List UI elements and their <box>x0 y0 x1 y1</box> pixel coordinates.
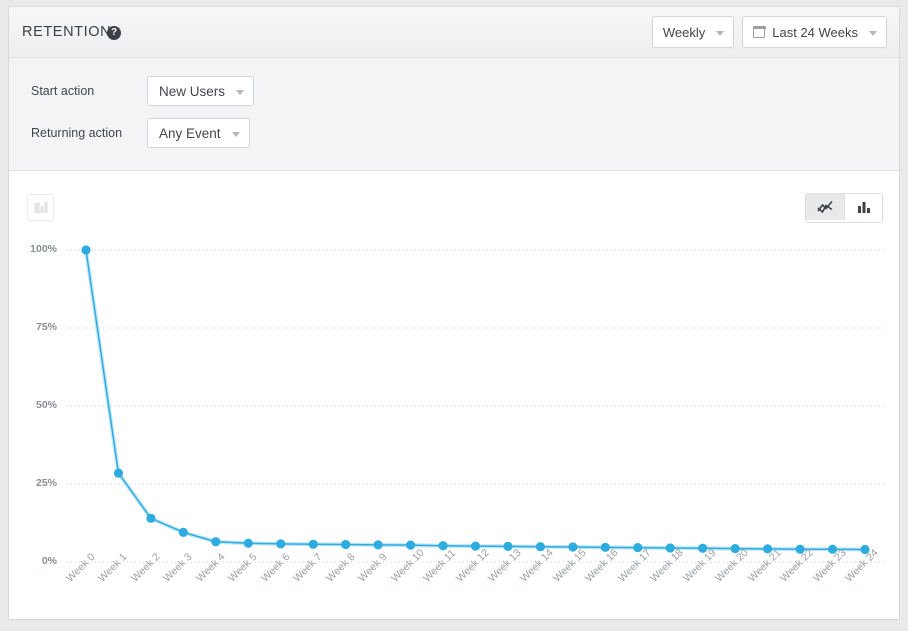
date-range-dropdown-label: Last 24 Weeks <box>772 25 876 40</box>
date-range-dropdown[interactable]: Last 24 Weeks <box>742 16 887 48</box>
data-point[interactable] <box>276 539 285 548</box>
data-point[interactable] <box>114 468 123 477</box>
y-axis-tick-label: 0% <box>17 555 57 567</box>
retention-line-chart: 0%25%50%75%100%Week 0Week 1Week 2Week 3W… <box>9 171 900 619</box>
y-axis-tick-label: 75% <box>17 321 57 333</box>
data-point[interactable] <box>146 514 155 523</box>
interval-dropdown[interactable]: Weekly <box>652 16 734 48</box>
returning-action-label: Returning action <box>31 126 147 140</box>
data-point[interactable] <box>81 245 90 254</box>
chevron-down-icon <box>716 31 724 36</box>
series-line-glow <box>86 250 865 550</box>
start-action-label: Start action <box>31 84 147 98</box>
calendar-icon <box>753 26 765 38</box>
y-axis-tick-label: 50% <box>17 399 57 411</box>
retention-card: RETENTION ? Weekly Last 24 Weeks Start a… <box>8 6 900 620</box>
returning-action-row: Returning action Any Event <box>31 118 250 148</box>
filters-section: Start action New Users Returning action … <box>9 58 899 171</box>
returning-action-value: Any Event <box>159 126 221 141</box>
start-action-value: New Users <box>159 84 225 99</box>
data-point[interactable] <box>244 539 253 548</box>
help-circle-icon[interactable]: ? <box>107 26 121 40</box>
start-action-dropdown[interactable]: New Users <box>147 76 254 106</box>
start-action-row: Start action New Users <box>31 76 254 106</box>
returning-action-dropdown[interactable]: Any Event <box>147 118 250 148</box>
chevron-down-icon <box>869 31 877 36</box>
data-point[interactable] <box>341 540 350 549</box>
chevron-down-icon <box>236 90 244 95</box>
retention-page: RETENTION ? Weekly Last 24 Weeks Start a… <box>0 0 908 631</box>
data-point[interactable] <box>374 540 383 549</box>
data-point[interactable] <box>179 528 188 537</box>
header-controls: Weekly Last 24 Weeks <box>652 16 887 48</box>
data-point[interactable] <box>211 537 220 546</box>
chart-panel: 0%25%50%75%100%Week 0Week 1Week 2Week 3W… <box>9 171 899 619</box>
chevron-down-icon <box>232 132 240 137</box>
card-header: RETENTION ? Weekly Last 24 Weeks <box>9 7 899 58</box>
series-line <box>86 250 865 550</box>
y-axis-tick-label: 25% <box>17 477 57 489</box>
data-point[interactable] <box>309 540 318 549</box>
interval-dropdown-label: Weekly <box>663 25 723 40</box>
y-axis-tick-label: 100% <box>17 243 57 255</box>
data-point[interactable] <box>406 541 415 550</box>
page-title: RETENTION <box>22 24 111 40</box>
